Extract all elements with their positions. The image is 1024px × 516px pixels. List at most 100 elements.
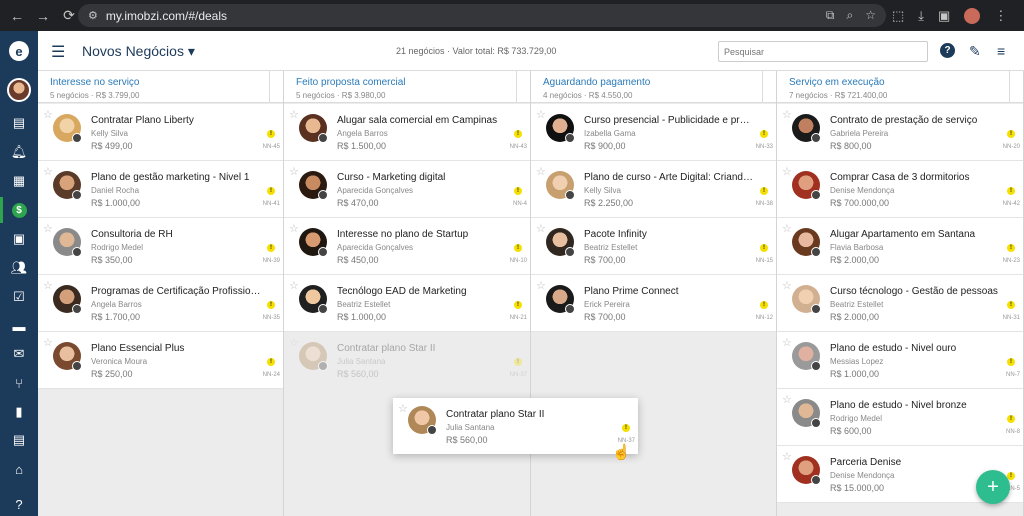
flow-icon[interactable]: ⑂ <box>0 372 38 394</box>
hamburger-menu-icon[interactable]: ☰ <box>51 42 65 62</box>
column-header[interactable]: Serviço em execução 7 negócios · R$ 721.4… <box>777 71 1023 103</box>
owner-badge-icon <box>318 304 328 314</box>
deal-card[interactable]: ☆ Contrato de prestação de serviço Gabri… <box>777 104 1023 161</box>
chart-icon[interactable]: ▮ <box>0 401 38 423</box>
star-icon[interactable]: ☆ <box>43 279 53 292</box>
deal-card[interactable]: ☆ Plano de estudo - Nivel ouro Messias L… <box>777 332 1023 389</box>
app-logo[interactable]: e <box>0 40 38 62</box>
people-icon[interactable]: 👥︎ <box>0 257 38 279</box>
mail-icon[interactable]: ✉ <box>0 343 38 365</box>
star-icon[interactable]: ☆ <box>782 279 792 292</box>
more-menu-icon[interactable]: ⋮ <box>994 8 1007 24</box>
deal-person: Daniel Rocha <box>91 186 140 195</box>
deal-title: Contratar plano Star II <box>446 409 545 420</box>
deal-card[interactable]: ☆ Plano de gestão marketing - Nivel 1 Da… <box>38 161 283 218</box>
deal-card[interactable]: ☆ Comprar Casa de 3 dormitorios Denise M… <box>777 161 1023 218</box>
column-header[interactable]: Feito proposta comercial 5 negócios · R$ … <box>284 71 530 103</box>
column-header[interactable]: Aguardando pagamento 4 negócios · R$ 4.55… <box>531 71 776 103</box>
star-icon[interactable]: ☆ <box>536 279 546 292</box>
calendar-icon[interactable]: ▦ <box>0 170 38 192</box>
owner-badge-icon <box>811 361 821 371</box>
star-icon[interactable]: ☆ <box>43 222 53 235</box>
add-deal-button[interactable]: + <box>976 470 1010 504</box>
side-panel-icon[interactable]: ▣ <box>938 8 950 24</box>
deal-card[interactable]: ☆ Plano Essencial Plus Veronica Moura R$… <box>38 332 283 389</box>
star-icon[interactable]: ☆ <box>289 108 299 121</box>
chat-icon[interactable]: ▬ <box>0 315 38 337</box>
star-icon[interactable]: ☆ <box>782 450 792 463</box>
deal-code: NN-35 <box>262 315 280 321</box>
star-icon[interactable]: ☆ <box>536 165 546 178</box>
deals-dollar-icon[interactable]: $ <box>0 199 38 221</box>
star-icon[interactable]: ☆ <box>43 108 53 121</box>
store-icon[interactable]: ▤ <box>0 112 38 134</box>
star-icon[interactable]: ☆ <box>289 222 299 235</box>
download-icon[interactable]: ⤓ <box>918 8 924 24</box>
deal-card[interactable]: ☆ Plano de estudo - Nivel bronze Rodrigo… <box>777 389 1023 446</box>
deal-card[interactable]: ☆ Plano Prime Connect Erick Pereira R$ 7… <box>531 275 776 332</box>
document-icon[interactable]: ▤ <box>0 429 38 451</box>
deal-title: Plano de gestão marketing - Nivel 1 <box>91 172 250 183</box>
dragging-deal-card[interactable]: ☆ Contratar plano Star II Julia Santana … <box>393 398 638 454</box>
bookmark-star-icon[interactable]: ☆ <box>865 8 876 23</box>
site-settings-icon[interactable]: ⚙ <box>88 9 98 22</box>
zoom-icon[interactable]: ⌕ <box>847 8 854 23</box>
forward-icon[interactable]: → <box>30 8 56 24</box>
profile-avatar[interactable] <box>964 7 981 24</box>
deal-title: Curso técnologo - Gestão de pessoas <box>830 286 998 297</box>
deal-card[interactable]: ☆ Alugar Apartamento em Santana Flavia B… <box>777 218 1023 275</box>
pipeline-column: Serviço em execução 7 negócios · R$ 721.4… <box>777 71 1024 516</box>
star-icon[interactable]: ☆ <box>289 279 299 292</box>
deal-card[interactable]: ☆ Contratar Plano Liberty Kelly Silva R$… <box>38 104 283 161</box>
deal-value: R$ 600,00 <box>830 426 872 436</box>
deal-card[interactable]: ☆ Consultoria de RH Rodrigo Medel R$ 350… <box>38 218 283 275</box>
back-icon[interactable]: ← <box>4 8 30 24</box>
star-icon[interactable]: ☆ <box>782 336 792 349</box>
star-icon[interactable]: ☆ <box>43 336 53 349</box>
contacts-icon[interactable]: ▣ <box>0 228 38 250</box>
owner-badge-icon <box>72 190 82 200</box>
star-icon[interactable]: ☆ <box>398 402 408 415</box>
bank-icon[interactable]: ⌂ <box>0 458 38 480</box>
deal-card[interactable]: ☆ Tecnólogo EAD de Marketing Beatriz Est… <box>284 275 530 332</box>
deal-card[interactable]: ☆ Interesse no plano de Startup Aparecid… <box>284 218 530 275</box>
deal-card[interactable]: ☆ Curso - Marketing digital Aparecida Go… <box>284 161 530 218</box>
warning-icon: ! <box>267 358 275 366</box>
help-icon[interactable]: ? <box>940 43 955 58</box>
deal-code: NN-20 <box>1002 144 1020 150</box>
extensions-icon[interactable]: ⬚ <box>892 8 904 24</box>
bell-icon[interactable]: 🔔︎ <box>0 141 38 163</box>
deal-card[interactable]: ☆ Pacote Infinity Beatriz Estellet R$ 70… <box>531 218 776 275</box>
edit-pencil-icon[interactable]: ✎ <box>969 43 981 60</box>
star-icon[interactable]: ☆ <box>782 108 792 121</box>
owner-badge-icon <box>811 247 821 257</box>
star-icon[interactable]: ☆ <box>289 165 299 178</box>
column-header[interactable]: Interesse no serviço 5 negócios · R$ 3.79… <box>38 71 283 103</box>
warning-icon: ! <box>1007 187 1015 195</box>
tasks-icon[interactable]: ☑ <box>0 286 38 308</box>
warning-icon: ! <box>1007 130 1015 138</box>
deal-value: R$ 560,00 <box>337 369 379 379</box>
deal-card[interactable]: ☆ Plano de curso - Arte Digital: Criando… <box>531 161 776 218</box>
deal-card[interactable]: ☆ Curso técnologo - Gestão de pessoas Be… <box>777 275 1023 332</box>
deal-card-placeholder[interactable]: ☆ Contratar plano Star II Julia Santana … <box>284 332 530 389</box>
star-icon[interactable]: ☆ <box>289 336 299 349</box>
page-title[interactable]: Novos Negócios ▾ <box>82 43 195 60</box>
search-input[interactable] <box>718 41 928 62</box>
star-icon[interactable]: ☆ <box>43 165 53 178</box>
column-title: Serviço em execução <box>789 77 885 88</box>
star-icon[interactable]: ☆ <box>782 165 792 178</box>
install-icon[interactable]: ⧉ <box>826 8 835 23</box>
address-bar[interactable]: ⚙ my.imobzi.com/#/deals ⧉ ⌕ ☆ <box>78 4 886 27</box>
user-avatar[interactable] <box>0 75 38 105</box>
deal-card[interactable]: ☆ Curso presencial - Publicidade e prop.… <box>531 104 776 161</box>
star-icon[interactable]: ☆ <box>782 393 792 406</box>
star-icon[interactable]: ☆ <box>536 222 546 235</box>
deal-card[interactable]: ☆ Alugar sala comercial em Campinas Ange… <box>284 104 530 161</box>
deal-card[interactable]: ☆ Programas de Certificação Profission..… <box>38 275 283 332</box>
star-icon[interactable]: ☆ <box>536 108 546 121</box>
help-sidebar-icon[interactable]: ? <box>0 493 38 515</box>
deal-value: R$ 1.000,00 <box>337 312 387 322</box>
filter-icon[interactable]: ≡ <box>997 43 1005 59</box>
star-icon[interactable]: ☆ <box>782 222 792 235</box>
